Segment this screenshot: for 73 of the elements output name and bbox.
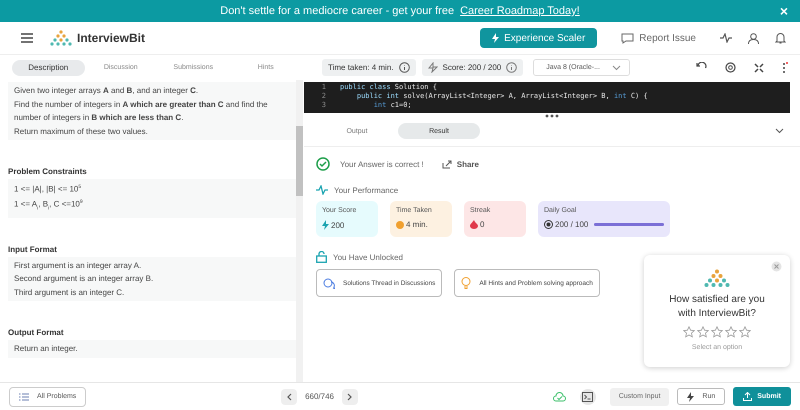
experience-scaler-button[interactable]: Experience Scaler — [480, 28, 598, 48]
list-icon — [19, 392, 29, 400]
star-icon[interactable] — [711, 326, 723, 338]
target-icon — [544, 220, 553, 229]
section-text: 1 <= A$_{i}$, B$_{i}$, C <=10$^{9}$ — [14, 198, 84, 214]
share-button[interactable]: Share — [442, 160, 479, 168]
check-circle-icon — [316, 157, 330, 171]
bell-icon[interactable] — [775, 32, 786, 44]
activity-icon[interactable] — [720, 33, 732, 43]
result-message: Your Answer is correct ! — [340, 160, 424, 168]
scrollbar-thumb[interactable] — [296, 126, 303, 196]
more-icon[interactable] — [782, 62, 788, 74]
section-text: Return an integer. — [14, 343, 79, 356]
star-rating[interactable] — [683, 326, 751, 338]
message-icon — [621, 32, 634, 44]
report-issue-button[interactable]: Report Issue — [621, 32, 696, 44]
chevron-right-icon — [347, 392, 353, 400]
statement-text: Given two integer arrays A and B, and an integer C. — [14, 85, 200, 97]
activity-icon — [316, 185, 328, 195]
unlock-icon — [316, 251, 327, 263]
tab[interactable]: Description — [12, 60, 84, 76]
previous-button[interactable] — [281, 388, 298, 404]
stat-value: 0 — [480, 220, 484, 229]
lightbulb-icon — [461, 277, 472, 289]
chevron-down-icon — [612, 64, 621, 70]
statement-text: Find the number of integers in A which are greater than C and find the number of integers in B which are less than C. — [14, 98, 269, 124]
scrollbar[interactable] — [296, 80, 303, 382]
time-taken-text: Time taken: 4 min. — [328, 63, 394, 72]
stat-value: 200 / 100 — [555, 220, 588, 229]
section-text: 1 <= |A|, |B| <= 10$^{5}$ — [14, 183, 82, 196]
terminal-button[interactable] — [580, 388, 596, 404]
star-icon[interactable] — [697, 326, 709, 338]
roadmap-link[interactable]: Career Roadmap Today! — [460, 5, 580, 17]
info-icon — [398, 62, 410, 73]
section-text: First argument is an integer array A. — [14, 260, 142, 272]
star-icon[interactable] — [683, 326, 695, 338]
stat-value: 4 min. — [406, 220, 428, 229]
star-icon[interactable] — [725, 326, 737, 338]
score-icon — [428, 62, 438, 73]
terminal-icon — [582, 392, 594, 402]
close-icon[interactable] — [771, 261, 782, 272]
star-icon[interactable] — [739, 326, 751, 338]
section-text: Second argument is an integer array B. — [14, 273, 154, 286]
stat-value: 200 — [331, 220, 344, 230]
next-button[interactable] — [342, 388, 358, 404]
chevron-left-icon — [286, 392, 292, 400]
bolt-icon — [492, 33, 500, 43]
share-icon — [442, 160, 452, 168]
performance-title: Your Performance — [334, 186, 398, 194]
logo-icon — [702, 269, 732, 289]
logo-icon — [49, 30, 73, 46]
resize-handle-icon[interactable] — [545, 114, 559, 118]
close-button[interactable]: × — [780, 4, 788, 18]
feedback-question: How satisfied are you with InterviewBit? — [668, 293, 766, 321]
cloud-check-icon[interactable] — [552, 392, 566, 402]
section-title: Input Format — [8, 244, 58, 254]
section-title: Problem Constraints — [8, 167, 88, 176]
statement-text: Return maximum of these two values. — [14, 126, 149, 138]
section-text: Third argument is an integer C. — [14, 286, 126, 299]
section-title: Output Format — [8, 328, 65, 338]
problem-counter: 660/746 — [305, 392, 334, 401]
bolt-icon — [322, 220, 329, 230]
chevron-down-icon[interactable] — [775, 128, 784, 134]
upload-icon — [743, 392, 752, 401]
unlocked-title: You Have Unlocked — [333, 252, 403, 262]
score-text: Score: 200 / 200 — [442, 63, 502, 72]
banner-text: Don't settle for a mediocre career - get your free — [220, 5, 454, 17]
bolt-icon — [687, 392, 694, 402]
collapse-icon[interactable] — [754, 62, 764, 72]
user-icon[interactable] — [748, 32, 759, 44]
menu-icon[interactable] — [21, 33, 33, 43]
info-icon — [506, 62, 518, 73]
logo-text: InterviewBit — [77, 31, 146, 45]
